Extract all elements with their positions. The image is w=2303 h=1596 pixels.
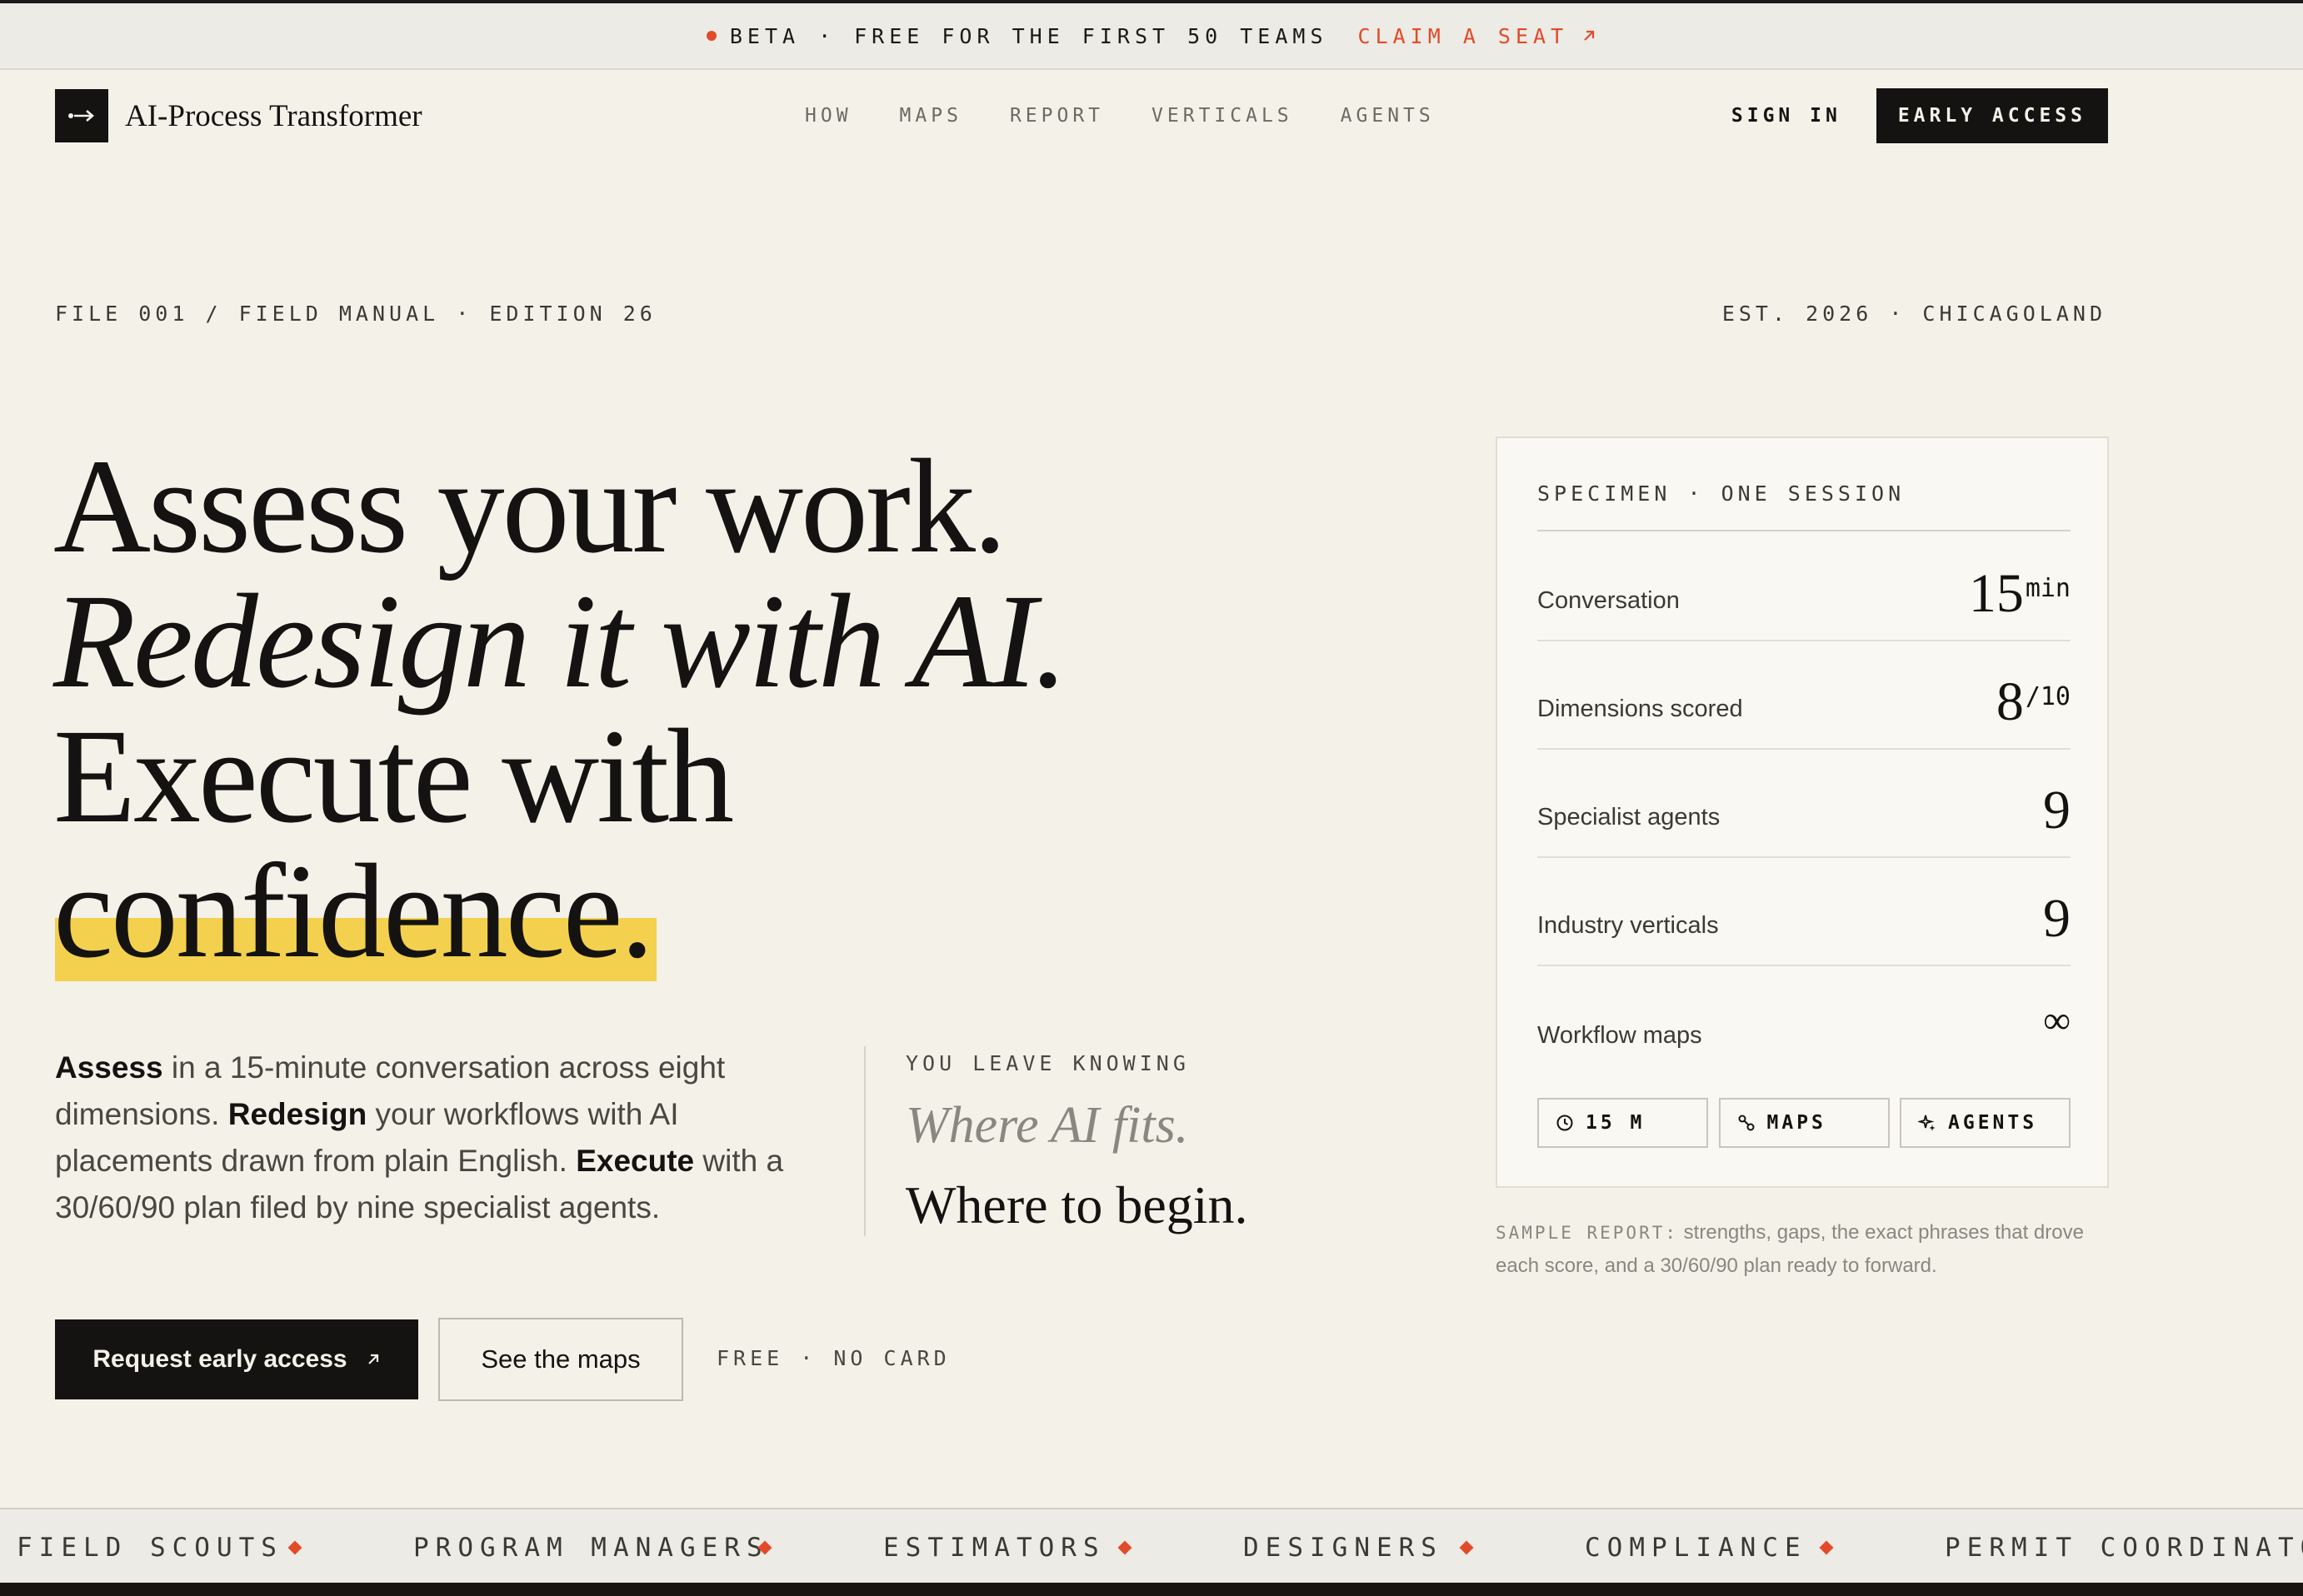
ticker-item: ESTIMATORS (883, 1533, 1106, 1563)
stat-label: Specialist agents (1537, 804, 1721, 830)
status-dot-icon (706, 31, 717, 41)
specimen-label: SPECIMEN · ONE SESSION (1537, 481, 1906, 506)
banner-separator: · (818, 23, 837, 48)
free-no-card-note: FREE · NO CARD (717, 1346, 951, 1370)
ticker-item: FIELD SCOUTS (17, 1533, 283, 1563)
headline-line-4: confidence. (53, 845, 1470, 981)
diamond-icon (287, 1540, 302, 1555)
ticker-item: COMPLIANCE (1585, 1533, 1807, 1563)
stat-row-conversation: Conversation 15min (1537, 533, 2071, 641)
offer-text: FREE FOR THE FIRST 50 TEAMS (854, 23, 1328, 48)
stat-value: 9 (2043, 780, 2071, 840)
hero-headline: Assess your work. Redesign it with AI. E… (53, 432, 1470, 981)
chip-duration[interactable]: 15 M (1537, 1098, 1708, 1148)
nav-link-maps[interactable]: MAPS (900, 105, 962, 127)
specimen-card: SPECIMEN · ONE SESSION Conversation 15mi… (1496, 436, 2109, 1188)
headline-line-2: Redesign it with AI. (53, 567, 1068, 716)
chip-agents-label: AGENTS (1948, 1112, 2038, 1134)
file-meta: FILE 001 / FIELD MANUAL · EDITION 26 (55, 302, 657, 326)
chip-agents[interactable]: AGENTS (1900, 1098, 2071, 1148)
where-ai-fits: Where AI fits. (906, 1097, 1189, 1154)
beta-label: BETA (729, 23, 801, 48)
card-chips: 15 M MAPS AGENTS (1537, 1098, 2071, 1148)
where-to-begin: Where to begin. (906, 1175, 1248, 1234)
stat-row-verticals: Industry verticals 9 (1537, 858, 2071, 966)
headline-line-1: Assess your work. (53, 432, 1007, 581)
stat-value: 15min (1968, 563, 2071, 624)
arrow-up-right-icon (367, 1354, 378, 1364)
highlighted-word: confidence. (53, 845, 657, 981)
est-meta: EST. 2026 · CHICAGOLAND (1721, 302, 2106, 326)
diamond-icon (1459, 1540, 1474, 1555)
early-access-button[interactable]: EARLY ACCESS (1876, 88, 2108, 143)
stat-row-maps: Workflow maps ∞ (1537, 966, 2071, 1075)
nav-link-report[interactable]: REPORT (1010, 105, 1104, 127)
stat-row-agents: Specialist agents 9 (1537, 750, 2071, 858)
nav-link-how[interactable]: HOW (805, 105, 852, 127)
infinity-value: ∞ (2043, 999, 2071, 1041)
request-early-access-label: Request early access (92, 1345, 347, 1373)
hero-description: Assess in a 15-minute conversation acros… (55, 1045, 838, 1231)
stat-label: Conversation (1537, 587, 1680, 614)
card-divider (1537, 530, 2071, 531)
stat-row-dimensions: Dimensions scored 8/10 (1537, 641, 2071, 750)
chip-duration-label: 15 M (1586, 1112, 1646, 1134)
ticker-item: PERMIT COORDINATORS (1945, 1533, 2303, 1563)
logo-mark[interactable] (55, 89, 108, 142)
highlighted-text: confidence. (53, 837, 654, 986)
brand-name[interactable]: AI-Process Transformer (125, 98, 422, 134)
stat-value: 9 (2043, 888, 2071, 949)
main-nav: AI-Process Transformer HOW MAPS REPORT V… (55, 88, 2108, 143)
claim-seat-label: CLAIM A SEAT (1357, 23, 1569, 48)
stat-label: Dimensions scored (1537, 696, 1743, 722)
roles-ticker: FIELD SCOUTS PROGRAM MANAGERS ESTIMATORS… (0, 1508, 2303, 1583)
nav-links: HOW MAPS REPORT VERTICALS AGENTS (805, 88, 1482, 143)
arrow-right-icon (68, 110, 94, 122)
diamond-icon (1819, 1540, 1834, 1555)
stat-label: Workflow maps (1537, 1022, 1702, 1049)
execute-keyword: Execute (576, 1144, 695, 1178)
chip-maps-label: MAPS (1766, 1112, 1826, 1134)
nav-link-agents[interactable]: AGENTS (1341, 105, 1435, 127)
ticker-item: PROGRAM MANAGERS (413, 1533, 769, 1563)
bottom-edge (0, 1583, 2303, 1596)
stat-value: 8/10 (1996, 671, 2071, 732)
sample-report-label: SAMPLE REPORT: (1496, 1223, 1679, 1243)
claim-seat-link[interactable]: CLAIM A SEAT (1358, 24, 1597, 48)
stat-label: Industry verticals (1537, 912, 1719, 939)
beta-banner: BETA · FREE FOR THE FIRST 50 TEAMS CLAIM… (0, 0, 2303, 70)
ticker-item: DESIGNERS (1243, 1533, 1443, 1563)
chip-maps[interactable]: MAPS (1718, 1098, 1890, 1148)
route-icon (1738, 1115, 1754, 1131)
diamond-icon (1117, 1540, 1132, 1555)
see-the-maps-button[interactable]: See the maps (438, 1318, 683, 1401)
request-early-access-button[interactable]: Request early access (55, 1319, 418, 1399)
headline-line-3: Execute with (53, 702, 734, 851)
sparkle-icon (1918, 1115, 1936, 1131)
sign-in-link[interactable]: SIGN IN (1731, 105, 1841, 127)
vertical-divider (864, 1046, 866, 1236)
nav-actions: SIGN IN EARLY ACCESS (1731, 88, 2108, 143)
redesign-keyword: Redesign (227, 1097, 367, 1131)
nav-link-verticals[interactable]: VERTICALS (1152, 105, 1293, 127)
arrow-up-right-icon (1584, 30, 1595, 41)
sample-report-note: SAMPLE REPORT: strengths, gaps, the exac… (1496, 1216, 2129, 1283)
you-leave-knowing-label: YOU LEAVE KNOWING (906, 1051, 1190, 1075)
clock-icon (1556, 1115, 1573, 1131)
assess-keyword: Assess (55, 1050, 163, 1085)
